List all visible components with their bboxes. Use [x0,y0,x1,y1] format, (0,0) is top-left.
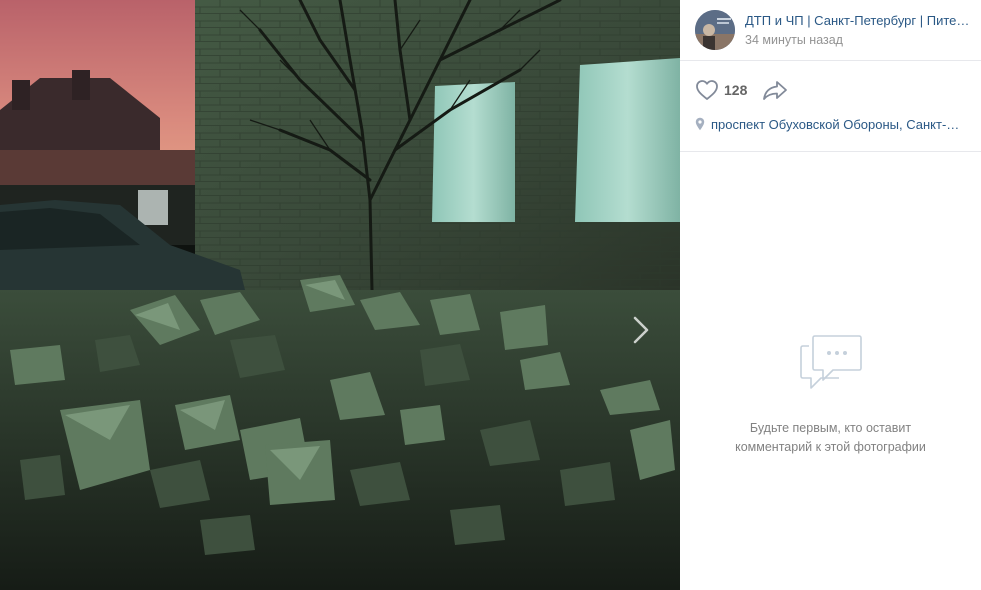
like-button[interactable]: 128 [695,79,747,101]
empty-comments-line-2: комментарий к этой фотографии [735,440,926,454]
comments-area: Будьте первым, кто оставит комментарий к… [680,152,981,590]
author-block: ДТП и ЧП | Санкт-Петербург | Питер Онлай… [680,0,981,61]
photo-viewer: ДТП и ЧП | Санкт-Петербург | Питер Онлай… [0,0,981,590]
location-link[interactable]: проспект Обуховской Обороны, Санкт-Петер… [711,117,961,132]
share-button[interactable] [762,79,788,101]
post-time[interactable]: 34 минуты назад [745,31,973,49]
author-name-link[interactable]: ДТП и ЧП | Санкт-Петербург | Питер Онлай… [745,12,973,30]
avatar[interactable] [695,10,735,50]
comment-bubble-icon [799,335,862,389]
location-row: проспект Обуховской Обороны, Санкт-Петер… [695,114,966,134]
empty-comments: Будьте первым, кто оставит комментарий к… [680,332,981,457]
photo-image [0,0,680,590]
avatar-image [695,10,735,50]
photo[interactable] [0,0,680,590]
like-count: 128 [724,82,748,98]
actions-block: 128 проспект Обуховской Обороны, Санкт-П… [680,61,981,152]
author-info: ДТП и ЧП | Санкт-Петербург | Питер Онлай… [745,12,973,49]
next-photo-button[interactable] [626,310,656,350]
empty-comments-text: Будьте первым, кто оставит комментарий к… [680,419,981,457]
empty-comments-line-1: Будьте первым, кто оставит [749,421,912,435]
share-arrow-icon [763,81,788,100]
action-row: 128 [695,75,966,105]
chevron-right-icon [633,316,649,344]
heart-icon [696,80,718,100]
map-pin-icon [695,117,705,131]
photo-sidebar: ДТП и ЧП | Санкт-Петербург | Питер Онлай… [680,0,981,590]
